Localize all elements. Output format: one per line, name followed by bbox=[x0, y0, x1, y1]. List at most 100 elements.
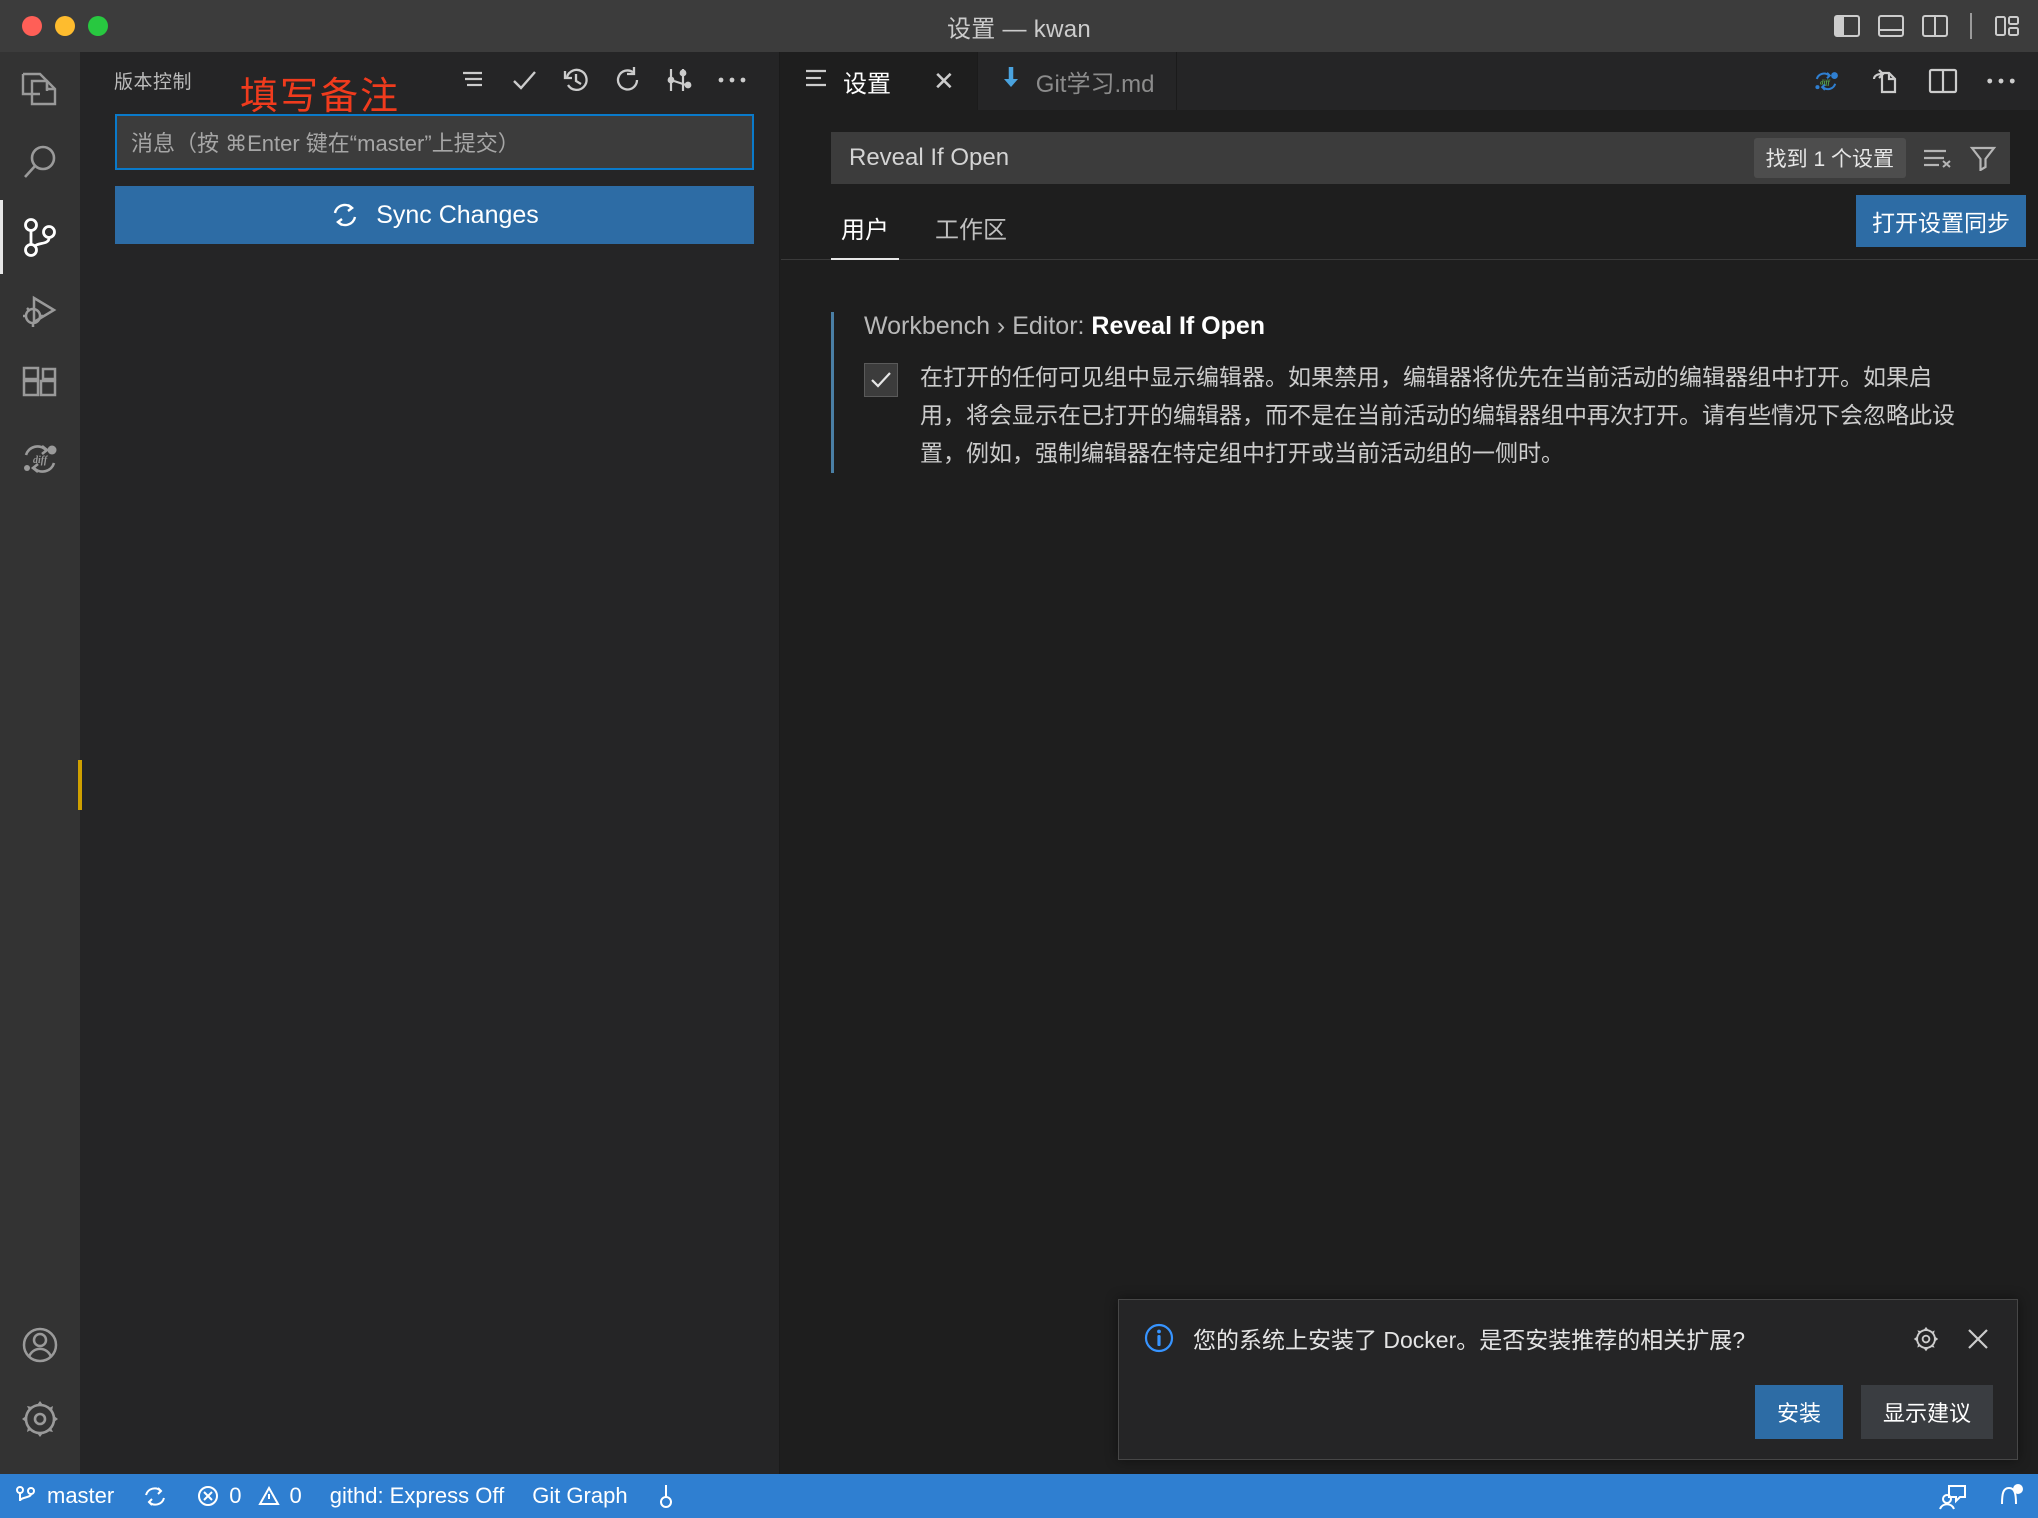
open-changes-icon[interactable] bbox=[1870, 66, 1900, 96]
status-bar: master 0 0 githd: Express Off Git Graph bbox=[0, 1474, 2038, 1518]
sync-changes-label: Sync Changes bbox=[376, 200, 539, 229]
setting-checkbox[interactable] bbox=[864, 363, 898, 397]
toggle-panel-icon[interactable] bbox=[1876, 11, 1906, 41]
settings-search-value: Reveal If Open bbox=[849, 144, 1010, 171]
commit-check-icon[interactable] bbox=[509, 65, 539, 95]
notification-gear-icon[interactable] bbox=[1911, 1324, 1941, 1354]
status-branch[interactable]: master bbox=[0, 1474, 128, 1518]
vscode-window: 设置 — kwan diff 版本控制 填写备注 消息（按 ⌘Enter 键在“… bbox=[0, 0, 2038, 1518]
settings-result-count: 找到 1 个设置 bbox=[1753, 138, 1906, 178]
svg-text:diff: diff bbox=[33, 455, 49, 466]
notification-close-icon[interactable] bbox=[1963, 1324, 1993, 1354]
sync-changes-button[interactable]: Sync Changes bbox=[115, 186, 754, 244]
editor-more-actions-icon[interactable] bbox=[1986, 66, 2016, 96]
settings-scope-tabs: 用户 工作区 打开设置同步 bbox=[781, 184, 2038, 260]
clear-filter-icon[interactable] bbox=[1922, 143, 1952, 173]
tab-user-settings[interactable]: 用户 bbox=[831, 210, 899, 260]
source-control-title: 版本控制 bbox=[114, 71, 193, 93]
setting-title: Workbench › Editor: Reveal If Open bbox=[864, 312, 1961, 341]
source-control-actions bbox=[457, 65, 761, 95]
sidebar-item-extensions[interactable] bbox=[0, 348, 80, 422]
tab-git-learning-md[interactable]: Git学习.md bbox=[978, 52, 1178, 110]
activity-bar: diff bbox=[0, 52, 80, 1474]
status-warning-count: 0 bbox=[289, 1483, 302, 1508]
more-actions-ellipsis-icon[interactable] bbox=[717, 65, 747, 95]
status-bar-right bbox=[1924, 1474, 2038, 1518]
sidebar-item-search[interactable] bbox=[0, 126, 80, 200]
status-error-count: 0 bbox=[229, 1483, 242, 1508]
window-title: 设置 — kwan bbox=[946, 15, 1092, 43]
setting-description: 在打开的任何可见组中显示编辑器。如果禁用，编辑器将优先在当前活动的编辑器组中打开… bbox=[920, 364, 1955, 466]
refresh-icon[interactable] bbox=[613, 65, 643, 95]
bell-icon bbox=[2001, 1484, 2023, 1505]
setting-breadcrumb-name: Reveal If Open bbox=[1091, 312, 1266, 340]
filter-icon[interactable] bbox=[1968, 143, 1998, 173]
editor-tabs-bar: 设置 ✕ Git学习.md diff bbox=[781, 52, 2038, 110]
tab-settings-label: 设置 bbox=[843, 70, 891, 98]
status-branch-label: master bbox=[47, 1483, 115, 1508]
sync-icon bbox=[334, 203, 357, 227]
setting-control-row: 在打开的任何可见组中显示编辑器。如果禁用，编辑器将优先在当前活动的编辑器组中打开… bbox=[864, 359, 1961, 473]
sidebar-item-accounts[interactable] bbox=[0, 1308, 80, 1382]
commit-message-placeholder: 消息（按 ⌘Enter 键在“master”上提交） bbox=[131, 131, 520, 156]
info-icon bbox=[1143, 1322, 1175, 1359]
status-problems[interactable]: 0 0 bbox=[182, 1474, 316, 1518]
status-bar-left: master 0 0 githd: Express Off Git Graph bbox=[0, 1474, 690, 1518]
annotation-fill-comment: 填写备注 bbox=[240, 76, 401, 118]
status-git-graph[interactable]: Git Graph bbox=[518, 1474, 641, 1518]
toolbar-divider bbox=[1970, 13, 1972, 39]
source-control-panel: 版本控制 填写备注 消息（按 ⌘Enter 键在“master”上提交） Syn… bbox=[80, 52, 780, 1474]
toggle-primary-sidebar-icon[interactable] bbox=[1832, 11, 1862, 41]
customize-layout-icon[interactable] bbox=[1992, 11, 2022, 41]
editor-decoration-marker bbox=[78, 760, 82, 810]
notification-toast: 您的系统上安装了 Docker。是否安装推荐的相关扩展? 安装 显示建议 bbox=[1118, 1299, 2018, 1460]
git-node-icon bbox=[659, 1485, 672, 1508]
sync-icon bbox=[145, 1487, 166, 1506]
toggle-secondary-sidebar-icon[interactable] bbox=[1920, 11, 1950, 41]
svg-text:diff: diff bbox=[1820, 79, 1830, 86]
editor-area: 设置 ✕ Git学习.md diff Reveal If Open 找到 1 个… bbox=[781, 52, 2038, 1474]
status-git-node[interactable] bbox=[642, 1474, 690, 1518]
install-button[interactable]: 安装 bbox=[1754, 1385, 1843, 1439]
status-githd[interactable]: githd: Express Off bbox=[316, 1474, 518, 1518]
notification-main-row: 您的系统上安装了 Docker。是否安装推荐的相关扩展? bbox=[1143, 1322, 1993, 1359]
tab-settings-close-icon[interactable]: ✕ bbox=[933, 68, 955, 94]
error-icon bbox=[198, 1486, 219, 1506]
sidebar-item-run-and-debug[interactable] bbox=[0, 274, 80, 348]
source-control-header: 版本控制 填写备注 bbox=[80, 52, 779, 118]
tab-settings[interactable]: 设置 ✕ bbox=[781, 52, 978, 110]
settings-search-container: Reveal If Open 找到 1 个设置 bbox=[781, 110, 2038, 184]
warning-icon bbox=[257, 1485, 280, 1505]
status-sync[interactable] bbox=[128, 1474, 182, 1518]
sidebar-item-source-control[interactable] bbox=[0, 200, 80, 274]
view-as-list-icon[interactable] bbox=[457, 65, 487, 95]
tab-workspace-settings[interactable]: 工作区 bbox=[925, 210, 1017, 259]
turn-on-settings-sync-button[interactable]: 打开设置同步 bbox=[1856, 195, 2026, 247]
status-feedback[interactable] bbox=[1924, 1474, 1982, 1518]
sidebar-item-manage[interactable] bbox=[0, 1382, 80, 1456]
sidebar-item-explorer[interactable] bbox=[0, 52, 80, 126]
git-branch-icon bbox=[16, 1486, 35, 1502]
editor-toolbar: diff bbox=[1812, 52, 2038, 110]
notification-actions bbox=[1911, 1322, 1993, 1354]
sidebar-item-diff-tool[interactable]: diff bbox=[0, 422, 80, 496]
settings-search-input[interactable]: Reveal If Open 找到 1 个设置 bbox=[831, 132, 2010, 184]
settings-tab-icon bbox=[803, 67, 829, 96]
commit-message-input[interactable]: 消息（按 ⌘Enter 键在“master”上提交） bbox=[115, 114, 754, 170]
layout-controls bbox=[1832, 0, 2022, 52]
feedback-icon bbox=[1939, 1485, 1966, 1510]
setting-row-reveal-if-open: Workbench › Editor: Reveal If Open 在打开的任… bbox=[831, 312, 1961, 473]
setting-breadcrumb-prefix: Workbench › Editor: bbox=[864, 312, 1092, 340]
check-icon bbox=[871, 372, 891, 388]
status-bell[interactable] bbox=[1982, 1474, 2038, 1518]
notification-buttons: 安装 显示建议 bbox=[1143, 1385, 1993, 1439]
notification-message: 您的系统上安装了 Docker。是否安装推荐的相关扩展? bbox=[1193, 1327, 1746, 1353]
split-editor-icon[interactable] bbox=[1928, 66, 1958, 96]
settings-sliders-icon[interactable] bbox=[665, 65, 695, 95]
title-bar: 设置 — kwan bbox=[0, 0, 2038, 52]
settings-search-controls: 找到 1 个设置 bbox=[1753, 138, 1998, 178]
history-icon[interactable] bbox=[561, 65, 591, 95]
diff-icon[interactable]: diff bbox=[1812, 66, 1842, 96]
markdown-download-icon bbox=[1000, 65, 1022, 98]
show-recommendations-button[interactable]: 显示建议 bbox=[1860, 1385, 1993, 1439]
